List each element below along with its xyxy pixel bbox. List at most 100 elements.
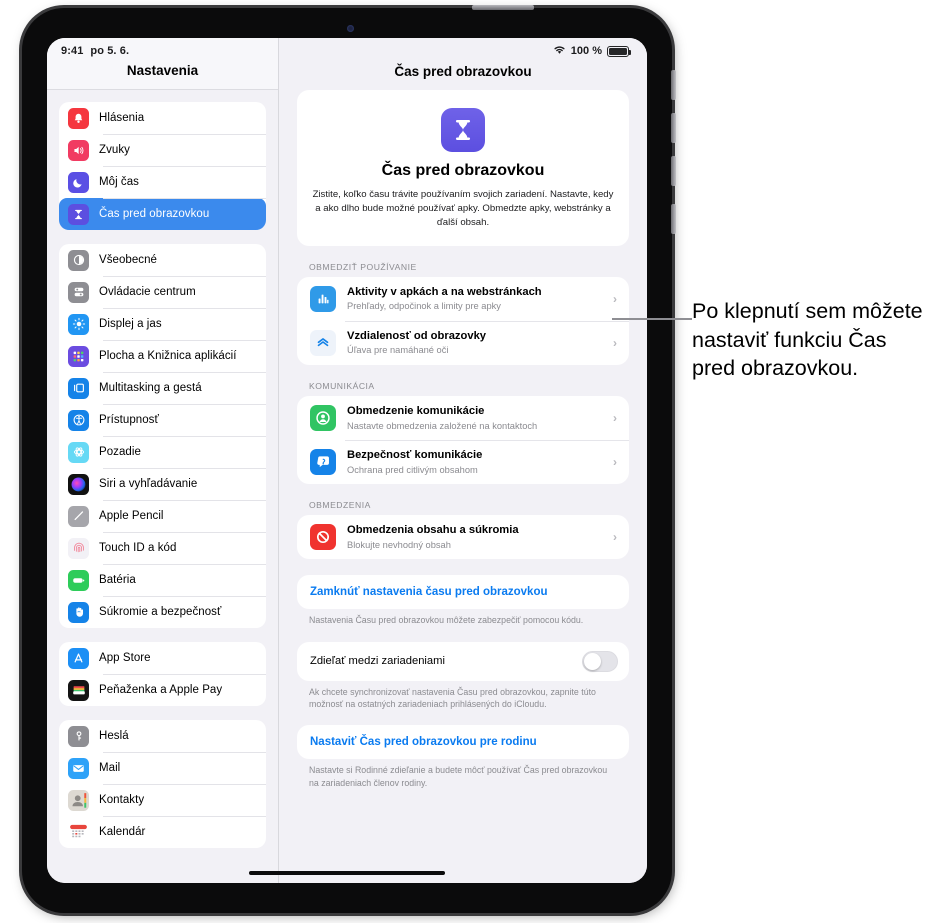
calendar-icon [68, 821, 89, 843]
volume-button-2[interactable] [671, 113, 676, 143]
passwords-key-icon [68, 725, 89, 747]
power-button[interactable] [472, 5, 534, 10]
wifi-icon [553, 45, 566, 58]
volume-button-4[interactable] [671, 204, 676, 234]
sidebar-item-sukromie[interactable]: Súkromie a bezpečnosť [59, 596, 266, 628]
settings-sidebar: Nastavenia Hlásenia Zvuky Môj čas Čas pr… [47, 38, 279, 883]
status-bar: 9:41 po 5. 6. 100 % [47, 38, 647, 64]
restrictions-card: Obmedzenia obsahu a súkromia Blokujte ne… [297, 515, 629, 560]
split-view: Nastavenia Hlásenia Zvuky Môj čas Čas pr… [47, 38, 647, 883]
sidebar-item-displej-a-jas[interactable]: Displej a jas [59, 308, 266, 340]
sidebar-group-2: Všeobecné Ovládacie centrum Displej a ja… [59, 244, 266, 628]
contacts-icon [68, 789, 89, 811]
sidebar-item-label: Mail [99, 762, 121, 774]
status-bar-right: 100 % [553, 45, 632, 58]
cell-title: Aktivity v apkách a na webstránkach [347, 285, 542, 298]
sidebar-item-siri[interactable]: Siri a vyhľadávanie [59, 468, 266, 500]
mail-icon [68, 757, 89, 779]
sidebar-item-label: App Store [99, 652, 151, 664]
sidebar-item-penazenka[interactable]: Peňaženka a Apple Pay [59, 674, 266, 706]
sidebar-item-vseobecne[interactable]: Všeobecné [59, 244, 266, 276]
communication-card: Obmedzenie komunikácie Nastavte obmedzen… [297, 395, 629, 485]
sidebar-item-apple-pencil[interactable]: Apple Pencil [59, 500, 266, 532]
ipad-device-frame: 9:41 po 5. 6. 100 % Nastavenia Hlásenia … [22, 5, 676, 913]
sidebar-item-label: Batéria [99, 574, 136, 586]
section-label-communication: KOMUNIKÁCIA [309, 380, 375, 391]
detail-scroll[interactable]: Čas pred obrazovkou Zistite, koľko času … [279, 90, 647, 789]
status-bar-left: 9:41 po 5. 6. [61, 45, 129, 57]
cell-subtitle: Ochrana pred citlivým obsahom [347, 464, 478, 475]
siri-icon [68, 473, 89, 495]
sidebar-item-mail[interactable]: Mail [59, 752, 266, 784]
sidebar-item-pristupnost[interactable]: Prístupnosť [59, 404, 266, 436]
chevron-right-icon: › [613, 455, 617, 470]
sidebar-item-cas-pred-obrazovkou[interactable]: Čas pred obrazovkou [59, 198, 266, 230]
sidebar-item-label: Peňaženka a Apple Pay [99, 684, 223, 696]
content-restrictions-icon [310, 524, 336, 551]
sidebar-item-kalendar[interactable]: Kalendár [59, 816, 266, 848]
sidebar-group-1: Hlásenia Zvuky Môj čas Čas pred obrazovk… [59, 102, 266, 230]
volume-button-3[interactable] [671, 156, 676, 186]
share-across-devices-row[interactable]: Zdieľať medzi zariadeniami [297, 641, 629, 681]
general-gear-icon [68, 249, 89, 271]
cell-content-privacy-restrictions[interactable]: Obmedzenia obsahu a súkromia Blokujte ne… [297, 515, 629, 559]
chevron-right-icon: › [613, 530, 617, 545]
front-camera-icon [347, 25, 354, 32]
cell-app-website-activity[interactable]: Aktivity v apkách a na webstránkach Preh… [297, 277, 629, 321]
sidebar-item-label: Môj čas [99, 176, 139, 188]
communication-limits-icon [310, 404, 336, 431]
share-across-devices-toggle[interactable] [582, 650, 618, 672]
apple-pencil-icon [68, 505, 89, 527]
share-across-devices-label: Zdieľať medzi zariadeniami [310, 655, 445, 668]
cell-text-block: Obmedzenie komunikácie Nastavte obmedzen… [347, 404, 602, 432]
sidebar-item-label: Kontakty [99, 794, 145, 806]
sidebar-item-kontakty[interactable]: Kontakty [59, 784, 266, 816]
screen-time-detail-pane: Čas pred obrazovkou Čas pred obrazovkou … [279, 38, 647, 883]
battery-icon [68, 569, 89, 591]
sidebar-item-multitasking[interactable]: Multitasking a gestá [59, 372, 266, 404]
cell-screen-distance[interactable]: Vzdialenosť od obrazovky Úľava pre namáh… [297, 320, 629, 365]
screen-time-hourglass-icon [68, 203, 89, 225]
hero-title: Čas pred obrazovkou [381, 162, 545, 179]
cell-communication-safety[interactable]: Bezpečnosť komunikácie Ochrana pred citl… [297, 440, 629, 484]
lock-screen-time-settings-button[interactable]: Zamknúť nastavenia času pred obrazovkou [297, 575, 629, 610]
cell-communication-limits[interactable]: Obmedzenie komunikácie Nastavte obmedzen… [297, 396, 629, 440]
wallet-icon [68, 679, 89, 701]
sidebar-item-bateria[interactable]: Batéria [59, 564, 266, 596]
sidebar-item-pozadie[interactable]: Pozadie [59, 436, 266, 468]
volume-button-1[interactable] [671, 70, 676, 100]
set-up-family-screen-time-button[interactable]: Nastaviť Čas pred obrazovkou pre rodinu [297, 725, 629, 760]
battery-percent-label: 100 % [570, 45, 602, 57]
sidebar-item-hlasenia[interactable]: Hlásenia [59, 102, 266, 134]
callout-text: Po klepnutí sem môžete nastaviť funkciu … [692, 299, 923, 381]
sidebar-item-hesla[interactable]: Heslá [59, 720, 266, 752]
focus-moon-icon [68, 171, 89, 193]
sidebar-item-ovladacie-centrum[interactable]: Ovládacie centrum [59, 276, 266, 308]
cell-title: Bezpečnosť komunikácie [347, 449, 483, 462]
cell-subtitle: Úľava pre namáhané oči [347, 345, 449, 356]
sidebar-item-label: Displej a jas [99, 318, 162, 330]
sidebar-item-label: Apple Pencil [99, 510, 164, 522]
sidebar-item-app-store[interactable]: App Store [59, 642, 266, 674]
sidebar-item-zvuky[interactable]: Zvuky [59, 134, 266, 166]
share-footnote: Ak chcete synchronizovať nastavenia Času… [309, 686, 596, 709]
cell-subtitle: Blokujte nevhodný obsah [347, 539, 451, 550]
cell-title: Obmedzenia obsahu a súkromia [347, 524, 519, 537]
hero-description: Zistite, koľko času trávite používaním s… [312, 189, 614, 228]
ipad-screen: 9:41 po 5. 6. 100 % Nastavenia Hlásenia … [47, 38, 647, 883]
sidebar-item-label: Čas pred obrazovkou [99, 208, 210, 220]
toggle-knob [584, 652, 601, 670]
sidebar-item-label: Kalendár [99, 826, 146, 838]
home-indicator[interactable] [249, 871, 445, 875]
sidebar-scroll[interactable]: Hlásenia Zvuky Môj čas Čas pred obrazovk… [47, 90, 278, 848]
sidebar-item-label: Prístupnosť [99, 414, 159, 426]
sidebar-item-label: Siri a vyhľadávanie [99, 478, 198, 490]
sidebar-item-label: Plocha a Knižnica aplikácií [99, 350, 237, 362]
sidebar-group-4: Heslá Mail Kontakty Kalendár [59, 720, 266, 848]
touch-id-icon [68, 537, 89, 559]
sidebar-item-touch-id[interactable]: Touch ID a kód [59, 532, 266, 564]
cell-text-block: Obmedzenia obsahu a súkromia Blokujte ne… [347, 523, 602, 551]
sidebar-item-plocha-a-kniznica[interactable]: Plocha a Knižnica aplikácií [59, 340, 266, 372]
sidebar-item-moj-cas[interactable]: Môj čas [59, 166, 266, 198]
callout-annotation: Po klepnutí sem môžete nastaviť funkciu … [692, 297, 927, 383]
